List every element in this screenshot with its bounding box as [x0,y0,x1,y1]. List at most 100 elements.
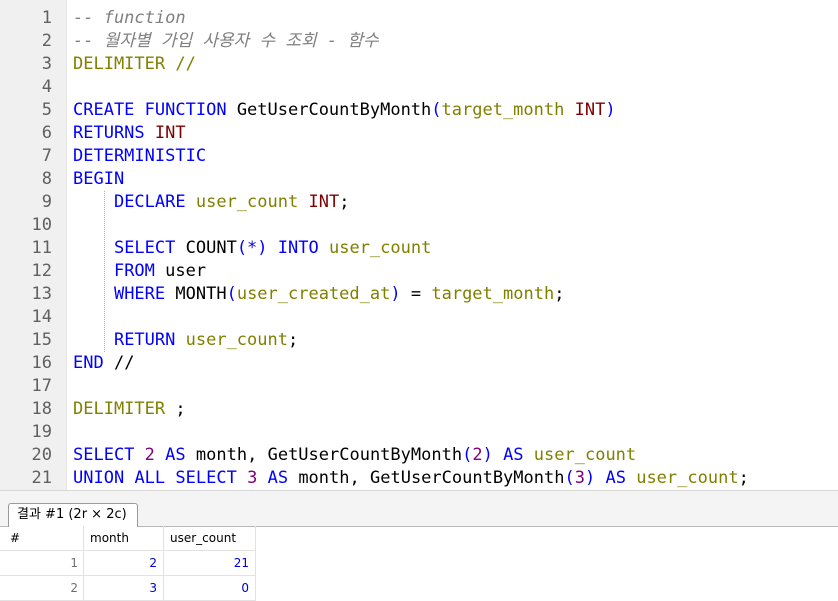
alias: month [195,445,248,465]
column-header-month[interactable]: month [90,526,160,550]
code-line-13: WHERE MONTH(user_created_at) = target_mo… [73,283,564,306]
line-number: 8 [41,169,52,189]
line-number: 16 [31,353,52,373]
line-number: 20 [31,445,52,465]
column: user_created_at [236,284,391,304]
cell-month[interactable]: 3 [84,576,157,600]
keyword: DELIMITER [73,54,166,74]
code-line-11: SELECT COUNT(*) INTO user_count [73,237,431,260]
keyword: ALL [134,468,166,488]
paren: ) [390,284,401,304]
code-line-9: DECLARE user_count INT; [73,191,349,214]
number: 3 [247,468,258,488]
column-header-row-number[interactable]: # [10,526,70,550]
paren: ) [584,468,596,488]
keyword: CREATE [73,100,135,120]
comma: , [349,468,360,488]
semicolon: ; [738,468,749,488]
code-line-6: RETURNS INT [73,122,186,145]
semicolon: ; [339,192,350,212]
type: INT [308,192,340,212]
line-number: 4 [41,77,52,97]
keyword: RETURNS [73,123,145,143]
code-line-12: FROM user [73,260,206,283]
gutter-divider [66,0,67,490]
alias: user_count [636,468,739,488]
code-line-8: BEGIN [73,168,124,191]
delimiter: // [165,54,196,74]
result-panel: 결과 #1 (2r × 2c) # month user_count 1 2 2… [0,490,838,601]
column-header-user-count[interactable]: user_count [170,526,252,550]
number: 2 [472,445,483,465]
variable: user_count [328,238,432,258]
paren: (*) [236,238,268,258]
keyword: FUNCTION [144,100,227,120]
line-number: 7 [41,146,52,166]
alias: user_count [533,445,637,465]
keyword: AS [605,468,626,488]
function-name: GetUserCountByMonth [370,468,565,488]
paren: ( [564,468,575,488]
alias: month [298,468,350,488]
code-line-7: DETERMINISTIC [73,145,206,168]
keyword: WHERE [113,284,166,304]
keyword: SELECT [73,445,135,465]
line-number: 10 [31,215,52,235]
line-number: 14 [31,307,52,327]
code-line-20: SELECT 2 AS month, GetUserCountByMonth(2… [73,444,636,467]
keyword: SELECT [113,238,176,258]
variable: user_count [185,330,288,350]
line-number: 2 [41,31,52,51]
line-number: 19 [31,422,52,442]
keyword: FROM [113,261,155,281]
delimiter: // [103,353,135,373]
type: INT [574,100,606,120]
comment: -- function [73,8,186,28]
paren: ) [482,445,493,465]
line-number: 13 [31,284,52,304]
cell-user-count[interactable]: 0 [164,576,249,600]
line-number: 6 [41,123,52,143]
comma: , [247,445,258,465]
tab-result-1[interactable]: 결과 #1 (2r × 2c) [8,503,138,527]
parameter: target_month [441,100,565,120]
result-tab-bar: 결과 #1 (2r × 2c) [0,490,838,527]
line-number: 5 [41,100,52,120]
keyword: AS [503,445,524,465]
function-call: MONTH [175,284,227,304]
cell-user-count[interactable]: 21 [164,551,249,575]
paren: ( [431,100,442,120]
variable: user_count [195,192,299,212]
function-call: COUNT [185,238,237,258]
keyword: BEGIN [73,169,125,189]
code-line-1: -- function [73,7,186,30]
line-number: 11 [31,238,52,258]
column-divider [255,526,256,601]
comment: -- 월자별 가입 사용자 수 조회 - 함수 [73,31,379,51]
number: 3 [574,468,585,488]
row-number: 1 [70,556,78,570]
code-line-16: END // [73,352,134,375]
type: INT [154,123,186,143]
keyword: UNION [73,468,125,488]
line-number: 15 [31,330,52,350]
function-name: GetUserCountByMonth [236,100,432,120]
line-number: 9 [41,192,52,212]
code-line-18: DELIMITER ; [73,398,186,421]
cell-month[interactable]: 2 [84,551,157,575]
table-name: user [165,261,207,281]
code-line-2: -- 월자별 가입 사용자 수 조회 - 함수 [73,30,379,53]
semicolon: ; [554,284,565,304]
paren: ( [226,284,237,304]
code-line-15: RETURN user_count; [73,329,298,352]
line-number: 12 [31,261,52,281]
delimiter: ; [165,399,186,419]
sql-editor[interactable]: 1 2 3 4 5 6 7 8 9 10 11 12 13 14 15 16 1… [0,0,838,490]
line-number: 1 [41,8,52,28]
keyword: RETURN [113,330,176,350]
row-number: 2 [70,581,78,595]
semicolon: ; [287,330,299,350]
keyword: DELIMITER [73,399,166,419]
line-number: 3 [41,54,52,74]
operator: = [410,284,422,304]
